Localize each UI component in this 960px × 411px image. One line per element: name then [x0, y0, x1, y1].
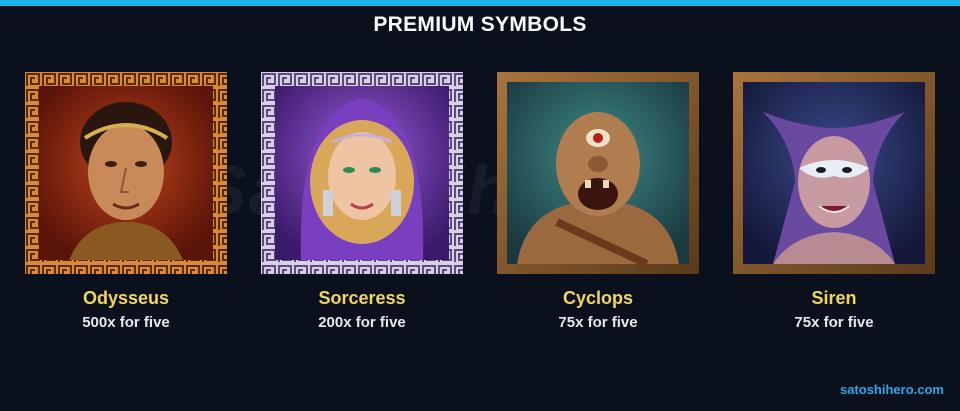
symbol-card-siren: Siren 75x for five	[733, 72, 935, 331]
siren-portrait-icon	[733, 72, 935, 274]
symbol-name: Sorceress	[318, 288, 406, 308]
symbol-card-sorceress: Sorceress 200x for five	[261, 72, 463, 331]
odysseus-portrait-icon	[25, 72, 227, 274]
symbol-card-cyclops: Cyclops 75x for five	[497, 72, 699, 331]
symbol-name: Odysseus	[82, 288, 170, 308]
sorceress-portrait-icon	[261, 72, 463, 274]
site-link[interactable]: satoshihero.com	[840, 382, 944, 397]
symbol-name: Siren	[811, 288, 857, 308]
page-title: PREMIUM SYMBOLS	[373, 13, 587, 36]
top-accent-bar	[0, 0, 960, 6]
symbol-payout: 500x for five	[82, 314, 170, 331]
cyclops-portrait-icon	[497, 72, 699, 274]
symbol-name: Cyclops	[562, 288, 634, 308]
symbol-payout: 75x for five	[558, 314, 638, 331]
symbol-card-odysseus: Odysseus 500x for five	[25, 72, 227, 331]
symbol-payout: 200x for five	[318, 314, 406, 331]
symbol-payout: 75x for five	[794, 314, 874, 331]
